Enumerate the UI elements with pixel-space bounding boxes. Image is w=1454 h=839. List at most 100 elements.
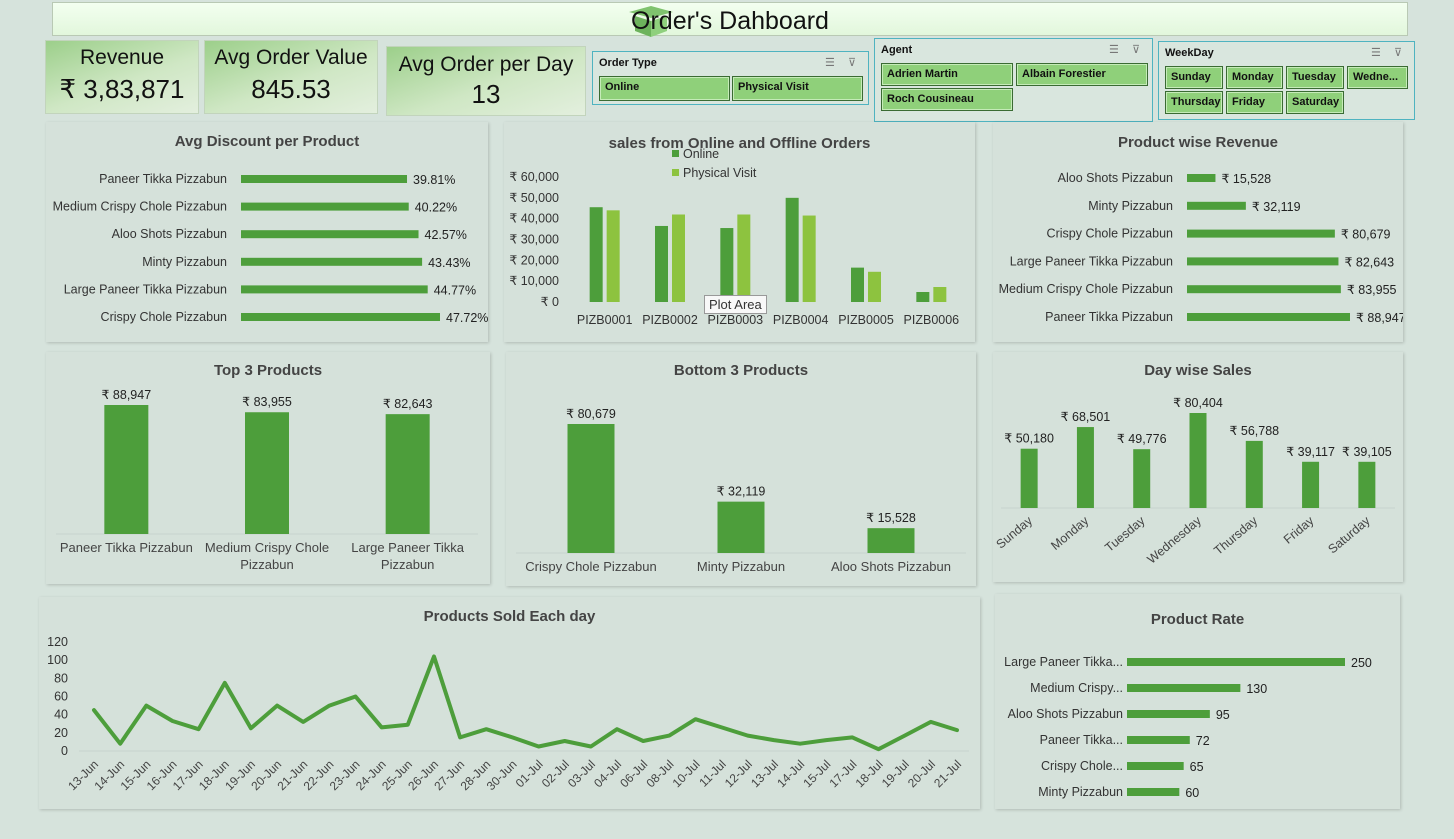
online-offline-panel: sales from Online and Offline Orders ₹ 0… [504, 122, 975, 342]
bar [1127, 658, 1345, 666]
data-label: ₹ 39,105 [1342, 445, 1392, 459]
data-label: 65 [1190, 760, 1204, 774]
y-tick-label: 60 [54, 690, 68, 704]
data-label: 72 [1196, 734, 1210, 748]
bar [916, 292, 930, 302]
category-label: Pizzabun [240, 557, 293, 572]
bar [241, 313, 440, 321]
category-label: Paneer Tikka Pizzabun [60, 540, 193, 555]
bar [241, 202, 409, 211]
top3-panel: Top 3 Products ₹ 88,947 Paneer Tikka Pizz… [46, 352, 490, 584]
order-type-slicer[interactable]: Order Type ☰ ⊽ Online Physical Visit [592, 51, 869, 105]
slicer-item-adrien-martin[interactable]: Adrien Martin [881, 63, 1013, 86]
slicer-item-thursday[interactable]: Thursday [1165, 91, 1223, 114]
data-label: ₹ 83,955 [242, 395, 292, 409]
x-tick-label: 03-Jul [565, 757, 598, 790]
bar [672, 214, 685, 302]
x-tick-label: 11-Jul [696, 757, 728, 789]
x-tick-label: 04-Jul [591, 757, 624, 790]
multi-select-icon[interactable]: ☰ [825, 56, 835, 69]
category-label: Medium Crispy Chole [205, 540, 329, 555]
category-label: Aloo Shots Pizzabun [831, 559, 951, 574]
x-tick-label: 20-Jul [905, 757, 938, 790]
slicer-title: Order Type [599, 57, 657, 69]
slicer-item-roch-cousineau[interactable]: Roch Cousineau [881, 88, 1013, 111]
bar [1127, 788, 1180, 796]
bar [1127, 684, 1241, 692]
category-label: Monday [1048, 513, 1092, 553]
slicer-item-albain-forestier[interactable]: Albain Forestier [1016, 63, 1148, 86]
category-label: PIZB0001 [577, 313, 633, 327]
bar [1358, 461, 1376, 508]
data-label: 95 [1216, 708, 1230, 722]
data-label: ₹ 49,776 [1117, 432, 1167, 446]
kpi-revenue-card: Revenue ₹ 3,83,871 [45, 40, 199, 114]
y-tick-label: 40 [54, 708, 68, 722]
slicer-item-sunday[interactable]: Sunday [1165, 66, 1223, 89]
bar [1245, 440, 1263, 508]
category-label: Large Paneer Tikka Pizzabun [1010, 254, 1173, 268]
product-rate-panel: Product Rate Large Paneer Tikka... 250 Med… [995, 594, 1400, 809]
bar [1076, 427, 1094, 508]
category-label: Thursday [1211, 513, 1260, 558]
bar [1127, 762, 1184, 770]
x-tick-label: 30-Jun [484, 757, 520, 793]
bar [720, 228, 734, 302]
data-label: ₹ 88,947 [1356, 311, 1403, 325]
clear-filter-icon[interactable]: ⊽ [848, 56, 856, 69]
bar [1302, 461, 1320, 508]
category-label: Minty Pizzabun [142, 255, 227, 269]
clear-filter-icon[interactable]: ⊽ [1132, 43, 1140, 56]
avg-discount-panel: Avg Discount per Product Paneer Tikka Pi… [46, 122, 488, 342]
category-label: Aloo Shots Pizzabun [1008, 707, 1123, 721]
data-label: 60 [1185, 786, 1199, 800]
weekday-slicer[interactable]: WeekDay ☰ ⊽ Sunday Monday Tuesday Wedne.… [1158, 41, 1415, 120]
multi-select-icon[interactable]: ☰ [1371, 46, 1381, 59]
bar [851, 267, 864, 302]
data-label: ₹ 80,404 [1173, 396, 1223, 410]
slicer-item-tuesday[interactable]: Tuesday [1286, 66, 1344, 89]
category-label: PIZB0006 [904, 313, 960, 327]
category-label: PIZB0004 [773, 313, 829, 327]
y-tick-label: ₹ 50,000 [509, 191, 559, 205]
category-label: Large Paneer Tikka... [1004, 655, 1123, 669]
slicer-item-monday[interactable]: Monday [1226, 66, 1283, 89]
data-label: ₹ 32,119 [1252, 200, 1301, 214]
bar [241, 230, 419, 239]
bar [655, 225, 668, 302]
slicer-item-wednesday[interactable]: Wedne... [1347, 66, 1408, 89]
bar [589, 207, 603, 302]
clear-filter-icon[interactable]: ⊽ [1394, 46, 1402, 59]
x-tick-label: 15-Jul [800, 757, 833, 790]
multi-select-icon[interactable]: ☰ [1109, 43, 1119, 56]
kpi-value: 845.53 [251, 74, 331, 104]
category-label: Aloo Shots Pizzabun [112, 227, 227, 241]
slicer-item-saturday[interactable]: Saturday [1286, 91, 1344, 114]
y-tick-label: ₹ 60,000 [509, 170, 559, 184]
slicer-item-online[interactable]: Online [599, 76, 730, 101]
x-tick-label: 19-Jul [879, 757, 912, 790]
bar [1189, 413, 1207, 508]
bar [1187, 229, 1335, 238]
slicer-item-friday[interactable]: Friday [1226, 91, 1283, 114]
bar [933, 287, 947, 302]
agent-slicer[interactable]: Agent ☰ ⊽ Adrien Martin Albain Forestier… [874, 38, 1153, 122]
category-label: Aloo Shots Pizzabun [1058, 171, 1173, 185]
bar [1127, 736, 1190, 744]
y-tick-label: ₹ 20,000 [509, 253, 559, 267]
kpi-value: ₹ 3,83,871 [59, 74, 185, 104]
bar [737, 214, 751, 302]
top3-chart: ₹ 88,947 Paneer Tikka Pizzabun ₹ 83,955 Med… [56, 388, 478, 572]
data-label: ₹ 82,643 [1344, 255, 1394, 269]
data-label: ₹ 80,679 [566, 407, 616, 421]
slicer-item-physical-visit[interactable]: Physical Visit [732, 76, 863, 101]
bar [785, 197, 799, 302]
page-title: Order's Dahboard [631, 7, 829, 35]
category-label: Crispy Chole Pizzabun [1047, 227, 1173, 241]
bar [385, 414, 430, 534]
category-label: Paneer Tikka Pizzabun [99, 172, 227, 186]
y-tick-label: 0 [61, 744, 68, 758]
bar [868, 271, 881, 302]
data-label: 250 [1351, 656, 1372, 670]
category-label: PIZB0002 [642, 313, 698, 327]
